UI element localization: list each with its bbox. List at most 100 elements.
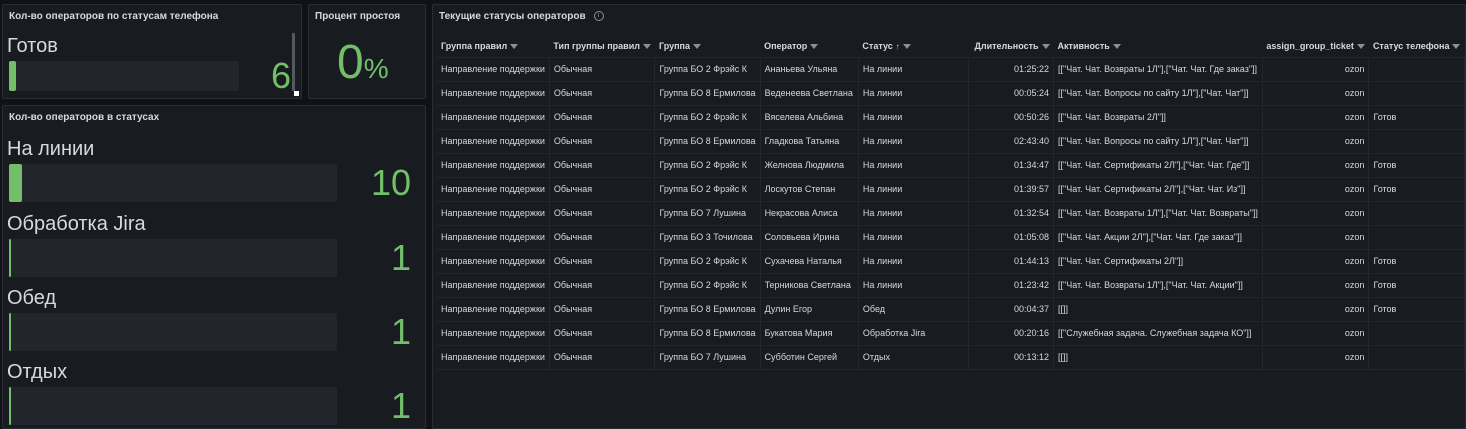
column-header-operator[interactable]: Оператор bbox=[760, 35, 859, 58]
cell-phone-status bbox=[1368, 201, 1465, 226]
cell-duration: 01:05:08 bbox=[968, 225, 1055, 250]
filter-icon[interactable] bbox=[1452, 43, 1461, 49]
resize-handle[interactable] bbox=[294, 91, 299, 96]
cell-status: Обед bbox=[858, 297, 970, 322]
cell-assign-group: ozon bbox=[1262, 273, 1370, 298]
cell-group: Группа БО 8 Ермилова bbox=[654, 81, 761, 106]
cell-duration: 01:23:42 bbox=[968, 273, 1055, 298]
cell-activity: [["Чат. Чат. Возвраты 1Л"],["Чат. Чат. А… bbox=[1053, 273, 1263, 298]
table-row[interactable]: Направление поддержки Обычная Группа БО 3 … bbox=[437, 225, 1465, 250]
cell-rule-group-type: Обычная bbox=[549, 105, 656, 130]
column-label: Группа правил bbox=[441, 40, 508, 51]
cell-operator: Ананьева Ульяна bbox=[760, 57, 859, 82]
cell-activity: [["Чат. Чат. Сертификаты 2Л"],["Чат. Чат… bbox=[1053, 153, 1263, 178]
cell-status: На линии bbox=[858, 153, 970, 178]
cell-status: На линии bbox=[858, 225, 970, 250]
column-label: Длительность bbox=[974, 40, 1039, 51]
panel-title: Кол-во операторов в статусах bbox=[9, 112, 160, 123]
cell-phone-status bbox=[1368, 57, 1465, 82]
cell-rule-group: Направление поддержки bbox=[437, 129, 550, 154]
cell-duration: 00:20:16 bbox=[968, 321, 1055, 346]
status-label-jira: Обработка Jira bbox=[7, 213, 146, 235]
cell-duration: 01:44:13 bbox=[968, 249, 1055, 274]
table-row[interactable]: Направление поддержки Обычная Группа БО 8 … bbox=[437, 297, 1465, 322]
filter-icon[interactable] bbox=[1041, 43, 1050, 49]
cell-rule-group-type: Обычная bbox=[549, 177, 656, 202]
status-value: 6 bbox=[270, 55, 291, 96]
cell-operator: Некрасова Алиса bbox=[760, 201, 859, 226]
column-header-rule-group-type[interactable]: Тип группы правил bbox=[549, 35, 655, 58]
status-value-rest: 1 bbox=[390, 385, 411, 426]
table-row[interactable]: Направление поддержки Обычная Группа БО 2 … bbox=[437, 273, 1465, 298]
cell-rule-group: Направление поддержки bbox=[437, 273, 550, 298]
cell-rule-group-type: Обычная bbox=[549, 345, 656, 370]
cell-group: Группа БО 2 Фрэйс К bbox=[654, 105, 761, 130]
cell-activity: [["Чат. Чат. Возвраты 1Л"],["Чат. Чат. Г… bbox=[1053, 57, 1263, 82]
filter-icon[interactable] bbox=[810, 43, 819, 49]
cell-duration: 00:13:12 bbox=[968, 345, 1055, 370]
column-header-duration[interactable]: Длительность bbox=[968, 35, 1054, 58]
filter-icon[interactable] bbox=[1356, 43, 1365, 49]
sort-asc-icon[interactable]: ↑ bbox=[896, 42, 900, 51]
cell-rule-group-type: Обычная bbox=[549, 249, 656, 274]
filter-icon[interactable] bbox=[642, 43, 651, 49]
filter-icon[interactable] bbox=[1112, 43, 1121, 49]
table-row[interactable]: Направление поддержки Обычная Группа БО 2 … bbox=[437, 105, 1465, 130]
table-row[interactable]: Направление поддержки Обычная Группа БО 8 … bbox=[437, 81, 1465, 106]
cell-duration: 02:43:40 bbox=[968, 129, 1055, 154]
cell-phone-status: Готов bbox=[1368, 105, 1465, 130]
column-header-activity[interactable]: Активность bbox=[1053, 35, 1263, 58]
table-row[interactable]: Направление поддержки Обычная Группа БО 2 … bbox=[437, 153, 1465, 178]
cell-group: Группа БО 2 Фрэйс К bbox=[654, 273, 761, 298]
cell-duration: 01:25:22 bbox=[968, 57, 1055, 82]
table-row[interactable]: Направление поддержки Обычная Группа БО 7 … bbox=[437, 345, 1465, 370]
panel-title: Процент простоя bbox=[315, 11, 401, 22]
cell-duration: 00:05:24 bbox=[968, 81, 1055, 106]
filter-icon[interactable] bbox=[510, 43, 519, 49]
info-icon[interactable]: i bbox=[593, 11, 604, 22]
panel-title: Текущие статусы операторов i bbox=[439, 11, 604, 22]
cell-group: Группа БО 2 Фрэйс К bbox=[654, 153, 761, 178]
cell-rule-group: Направление поддержки bbox=[437, 81, 550, 106]
idle-unit: % bbox=[363, 53, 389, 84]
cell-phone-status: Готов bbox=[1368, 153, 1465, 178]
cell-rule-group: Направление поддержки bbox=[437, 177, 550, 202]
cell-activity: [["Чат. Чат. Возвраты 2Л"]] bbox=[1053, 105, 1263, 130]
cell-operator: Соловьева Ирина bbox=[760, 225, 859, 250]
cell-assign-group: ozon bbox=[1262, 321, 1370, 346]
column-header-status[interactable]: Статус ↑ bbox=[858, 35, 969, 58]
table-row[interactable]: Направление поддержки Обычная Группа БО 8 … bbox=[437, 321, 1465, 346]
column-header-rule-group[interactable]: Группа правил bbox=[437, 35, 550, 58]
cell-phone-status: Готов bbox=[1368, 177, 1465, 202]
status-bar-jira bbox=[9, 239, 337, 277]
table-row[interactable]: Направление поддержки Обычная Группа БО 2 … bbox=[437, 177, 1465, 202]
cell-status: На линии bbox=[858, 57, 970, 82]
cell-rule-group-type: Обычная bbox=[549, 201, 656, 226]
cell-duration: 01:32:54 bbox=[968, 201, 1055, 226]
table-row[interactable]: Направление поддержки Обычная Группа БО 7 … bbox=[437, 201, 1465, 226]
table-row[interactable]: Направление поддержки Обычная Группа БО 2 … bbox=[437, 249, 1465, 274]
status-bar-fill bbox=[9, 164, 23, 202]
cell-group: Группа БО 8 Ермилова bbox=[654, 321, 761, 346]
table-row[interactable]: Направление поддержки Обычная Группа БО 2 … bbox=[437, 57, 1465, 82]
column-header-assign-group[interactable]: assign_group_ticket bbox=[1262, 35, 1369, 58]
column-header-group[interactable]: Группа bbox=[654, 35, 761, 58]
cell-operator: Веденеева Светлана bbox=[760, 81, 859, 106]
cell-phone-status: Готов bbox=[1368, 273, 1465, 298]
cell-status: На линии bbox=[858, 105, 970, 130]
column-header-phone-status[interactable]: Статус телефона bbox=[1368, 35, 1465, 58]
scrollbar[interactable] bbox=[292, 33, 295, 91]
cell-activity: [["Чат. Чат. Сертификаты 2Л"]] bbox=[1053, 249, 1263, 274]
cell-rule-group: Направление поддержки bbox=[437, 321, 550, 346]
status-value-lunch: 1 bbox=[390, 311, 411, 352]
filter-icon[interactable] bbox=[902, 43, 911, 49]
status-bar-on-line bbox=[9, 164, 337, 202]
cell-rule-group-type: Обычная bbox=[549, 57, 656, 82]
filter-icon[interactable] bbox=[692, 43, 701, 49]
column-label: Активность bbox=[1057, 40, 1110, 51]
cell-phone-status bbox=[1368, 225, 1465, 250]
table-row[interactable]: Направление поддержки Обычная Группа БО 8 … bbox=[437, 129, 1465, 154]
cell-activity: [[]] bbox=[1053, 297, 1263, 322]
status-count-panel: Кол-во операторов в статусах На линии 10… bbox=[2, 105, 426, 429]
cell-assign-group: ozon bbox=[1262, 153, 1370, 178]
